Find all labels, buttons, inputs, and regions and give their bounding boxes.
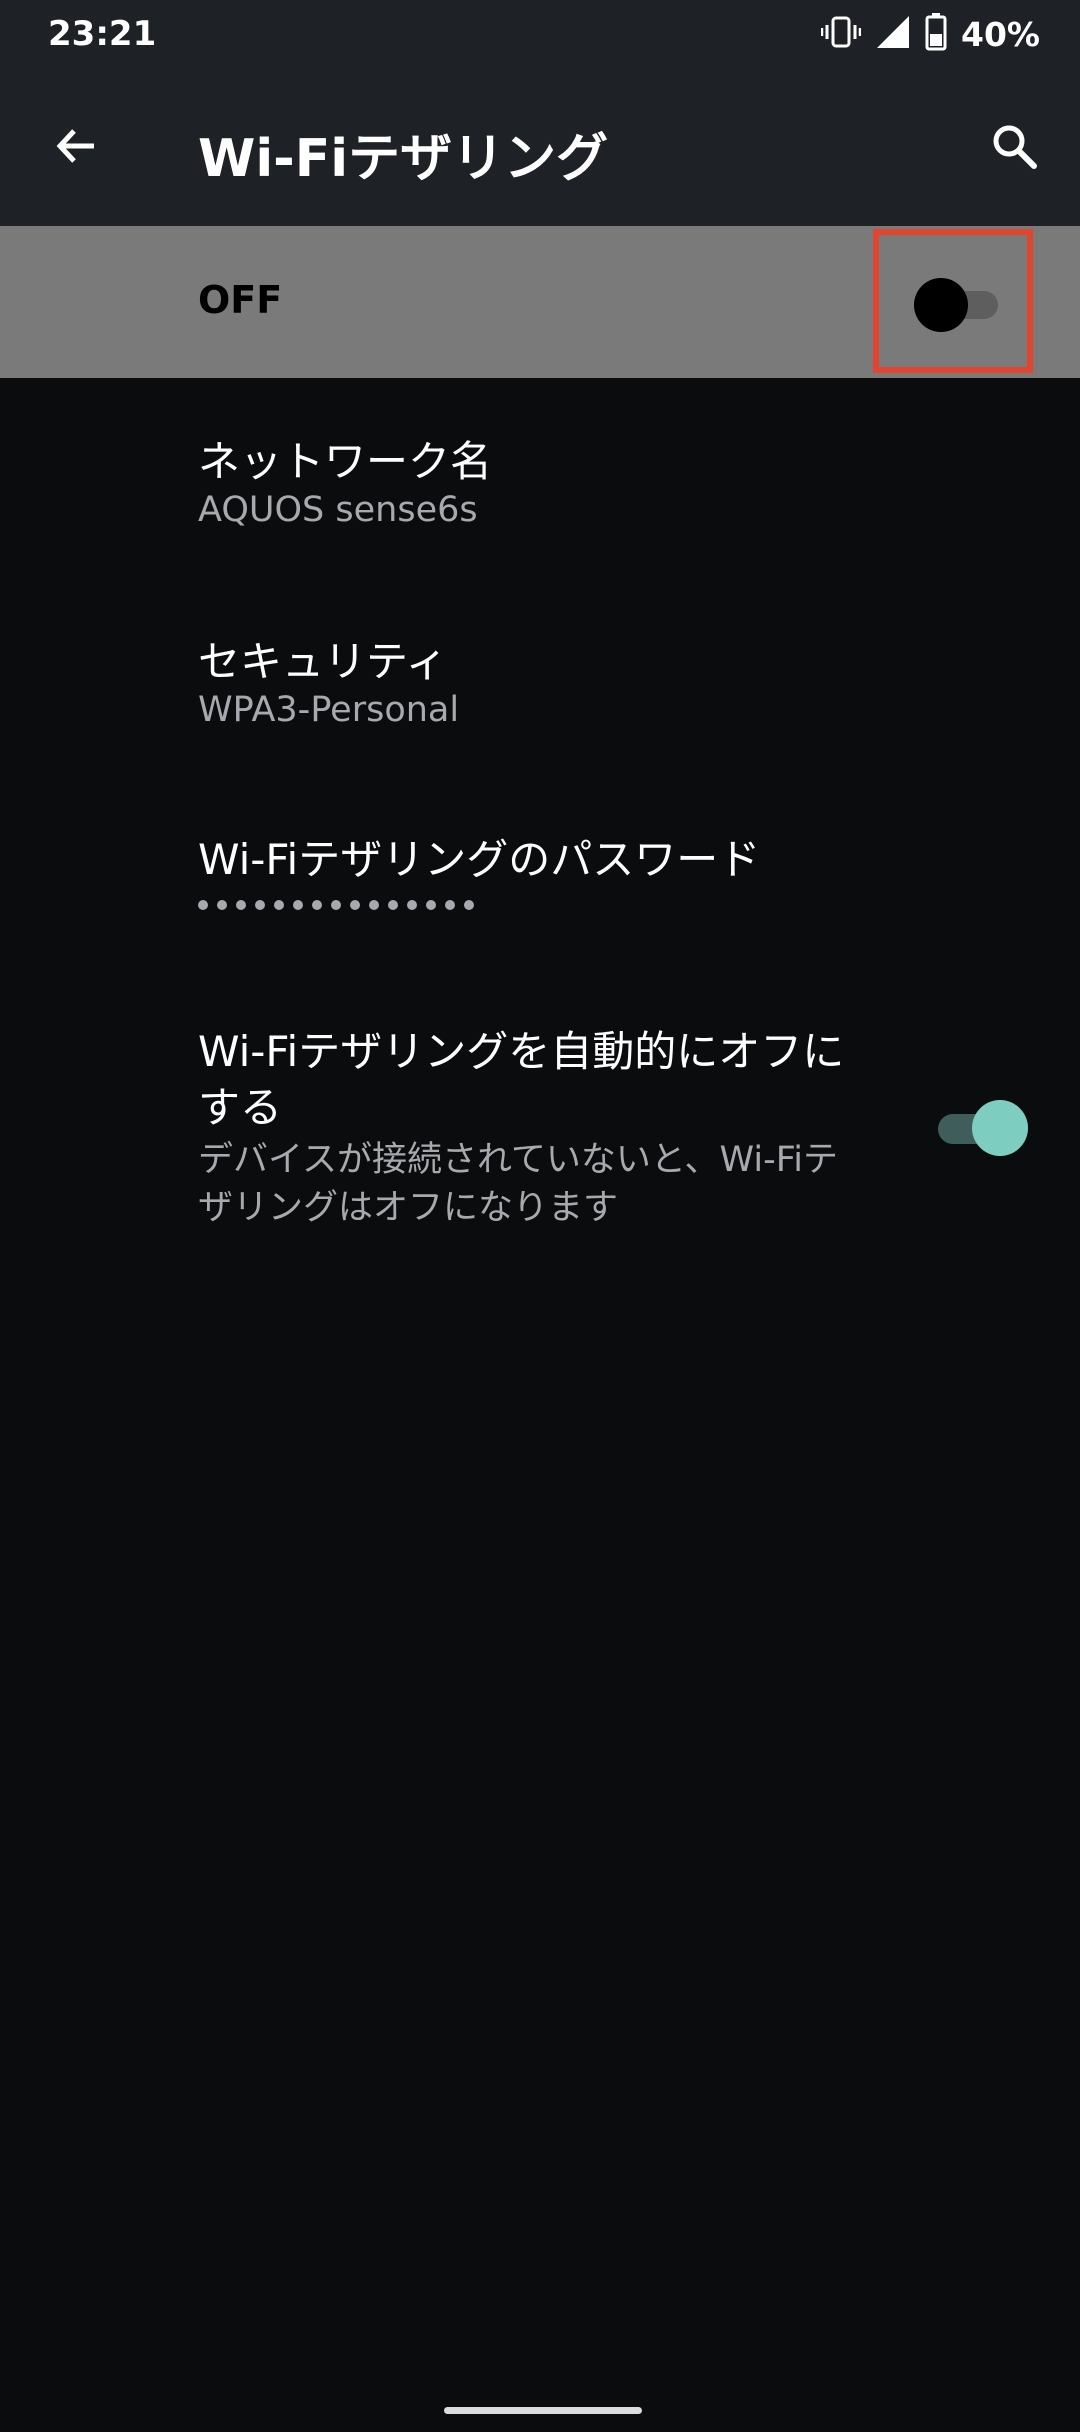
auto-off-summary: デバイスが接続されていないと、Wi-Fiテザリングはオフになります xyxy=(198,1140,839,1228)
signal-icon xyxy=(875,14,911,54)
security-item[interactable]: セキュリティ WPA3-Personal xyxy=(0,578,1080,778)
home-indicator[interactable] xyxy=(444,2407,642,2414)
password-title: Wi-Fiテザリングのパスワード xyxy=(198,835,761,884)
arrow-left-icon xyxy=(52,122,100,174)
master-switch-label: OFF xyxy=(198,278,283,322)
battery-icon xyxy=(925,13,947,55)
battery-percent: 40% xyxy=(961,14,1040,54)
toggle-thumb xyxy=(914,278,968,332)
password-item[interactable]: Wi-Fiテザリングのパスワード xyxy=(0,778,1080,978)
status-icons: 40% xyxy=(820,12,1040,56)
page-title: Wi-Fiテザリング xyxy=(198,129,609,189)
status-bar: 23:21 40% xyxy=(0,0,1080,72)
network-name-item[interactable]: ネットワーク名 AQUOS sense6s xyxy=(0,378,1080,578)
tethering-master-switch-row[interactable]: OFF xyxy=(0,226,1080,378)
network-name-value: AQUOS sense6s xyxy=(198,490,478,530)
back-button[interactable] xyxy=(40,112,112,184)
tethering-toggle[interactable] xyxy=(914,278,1006,332)
search-button[interactable] xyxy=(978,112,1050,184)
security-title: セキュリティ xyxy=(198,637,448,686)
toggle-thumb xyxy=(972,1100,1028,1156)
vibrate-icon xyxy=(820,14,862,54)
password-masked xyxy=(198,895,558,915)
search-icon xyxy=(989,121,1039,175)
auto-off-title: Wi-Fiテザリングを自動的にオフにする xyxy=(198,1027,845,1132)
app-bar: Wi-Fiテザリング xyxy=(0,72,1080,226)
network-name-title: ネットワーク名 xyxy=(198,437,493,486)
auto-off-toggle[interactable] xyxy=(934,1098,1030,1158)
status-time: 23:21 xyxy=(48,14,157,54)
security-value: WPA3-Personal xyxy=(198,690,460,730)
